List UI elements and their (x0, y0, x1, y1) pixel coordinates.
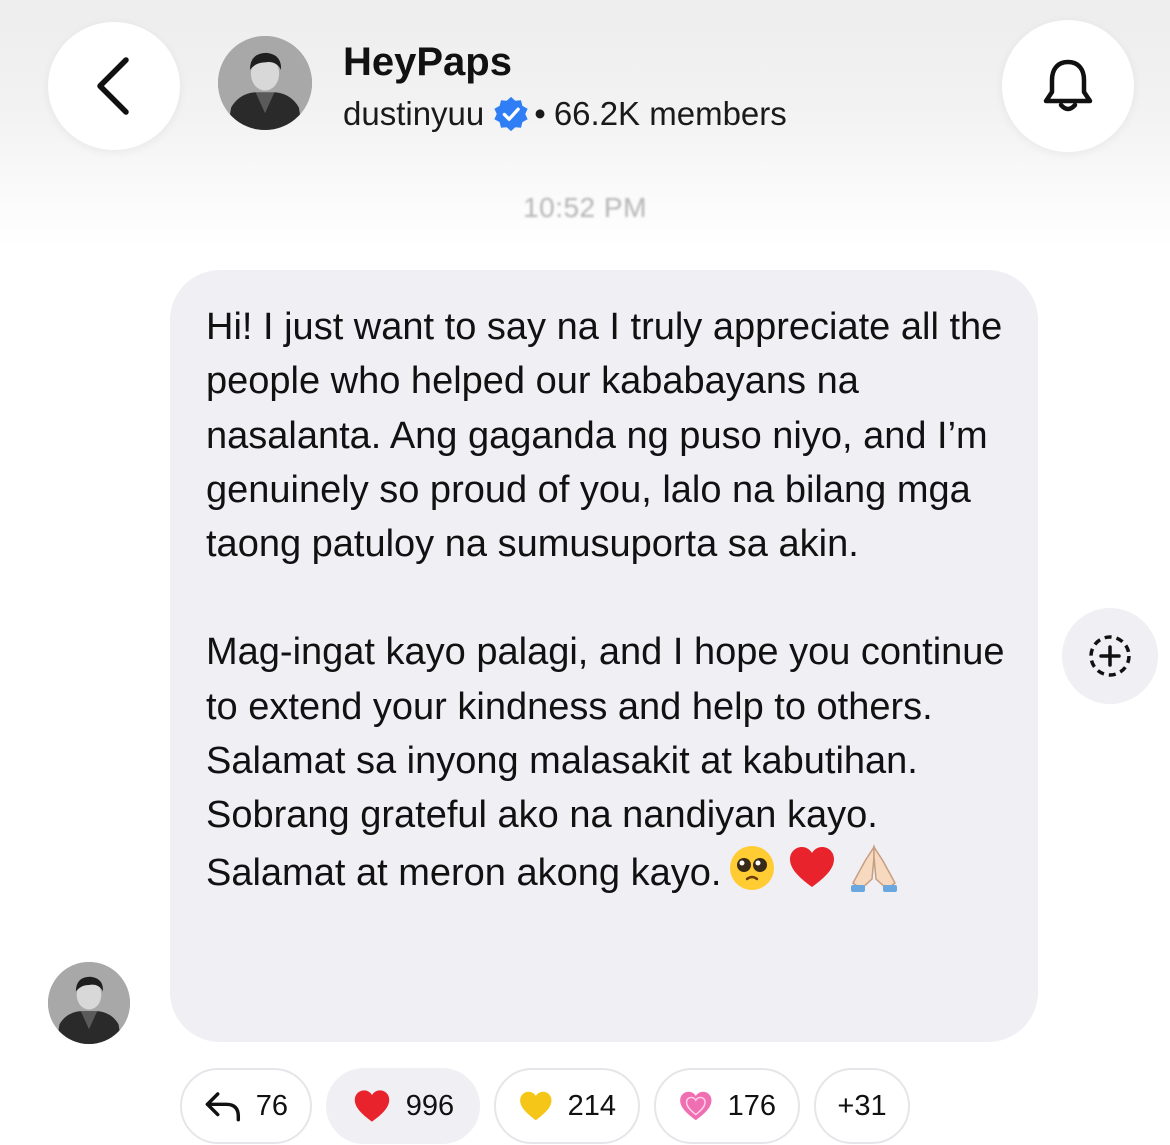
channel-title: HeyPaps (343, 40, 512, 84)
more-reactions-pill[interactable]: +31 (814, 1068, 910, 1144)
pink-heart-count: 176 (727, 1089, 776, 1122)
red-heart-icon (354, 1090, 390, 1122)
pleading-face-emoji (730, 845, 775, 890)
more-reactions-count: +31 (837, 1089, 887, 1122)
verified-badge-icon (494, 96, 528, 132)
add-reaction-button[interactable] (1062, 608, 1158, 704)
folded-hands-emoji (851, 844, 898, 892)
sender-avatar-image (48, 962, 130, 1044)
reaction-pill-yellow-heart[interactable]: 214 (494, 1068, 640, 1144)
message-timestamp: 10:52 PM (523, 192, 647, 223)
bell-icon (1043, 59, 1093, 112)
notifications-button[interactable] (1002, 20, 1134, 152)
reaction-bar: 76 996 214 176 +31 (180, 1068, 910, 1144)
reply-count: 76 (255, 1089, 288, 1122)
avatar-image (218, 36, 312, 130)
reply-arrow-icon (205, 1092, 241, 1122)
back-button[interactable] (48, 22, 180, 150)
yellow-heart-icon (520, 1091, 552, 1121)
red-heart-count: 996 (405, 1089, 455, 1122)
message-paragraph-2: Mag-ingat kayo palagi, and I hope you co… (206, 625, 1008, 899)
yellow-heart-count: 214 (567, 1089, 616, 1122)
channel-avatar[interactable] (218, 36, 312, 130)
message-paragraph-1: Hi! I just want to say na I truly apprec… (206, 306, 1003, 566)
add-reaction-icon (1089, 635, 1131, 677)
message-emojis (727, 843, 901, 893)
reply-pill[interactable]: 76 (180, 1068, 312, 1144)
sender-avatar[interactable] (48, 962, 130, 1044)
pink-heart-icon (680, 1091, 712, 1121)
reaction-pill-pink-heart[interactable]: 176 (654, 1068, 800, 1144)
message-bubble[interactable]: Hi! I just want to say na I truly apprec… (170, 270, 1038, 1042)
subtitle-separator: • (534, 95, 546, 132)
channel-subtitle: dustinyuu • 66.2K members (343, 92, 787, 136)
members-count: 66.2K members (553, 95, 787, 132)
red-heart-emoji (790, 846, 835, 887)
reaction-pill-red-heart[interactable]: 996 (326, 1068, 480, 1144)
channel-username[interactable]: dustinyuu (343, 92, 484, 136)
chevron-left-icon (97, 57, 129, 115)
